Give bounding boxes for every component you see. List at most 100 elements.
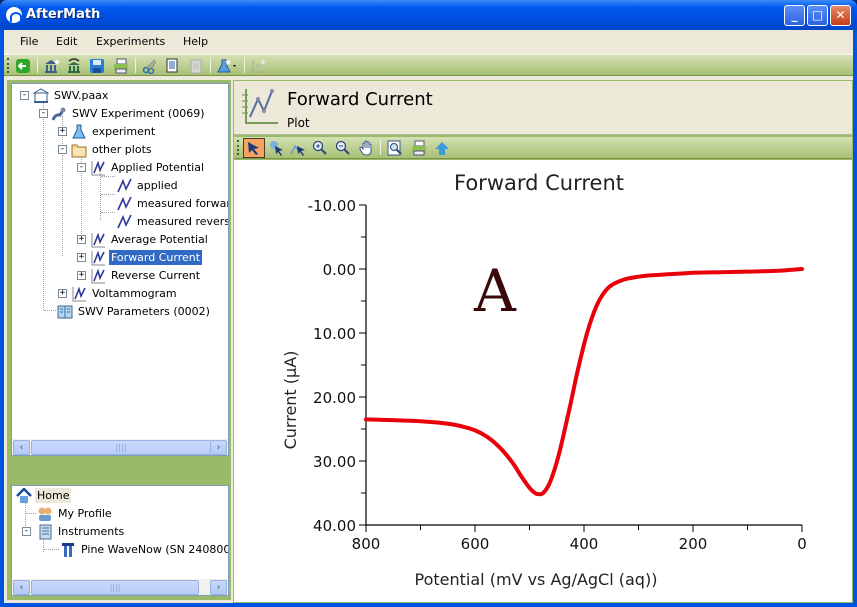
zoom-in-button[interactable] [311,139,329,156]
menu-help[interactable]: Help [183,35,208,48]
tree-node-measured-reverse[interactable]: measured reverse [116,213,228,230]
archive-tree-hscrollbar[interactable]: ‹ |||| › [12,439,228,455]
save-button[interactable] [88,57,106,74]
expand-toggle[interactable]: + [58,127,67,136]
expand-toggle[interactable]: + [77,253,86,262]
point-select-icon [270,140,283,156]
x-axis-label: Potential (mV vs Ag/AgCl (aq)) [415,570,658,589]
minimize-button[interactable]: _ [784,5,805,26]
tree-node-applied-potential[interactable]: - Applied Potential [77,159,206,176]
copy-icon [166,58,178,72]
trace-icon [117,214,132,228]
open-archive-button[interactable] [65,57,83,74]
plot-canvas[interactable]: Forward Current A -10.00 0.00 10.00 20.00 30… [234,160,852,602]
tree-node-average-potential[interactable]: + Average Potential [77,231,210,248]
scroll-thumb[interactable]: |||| [31,580,199,595]
archive-tree: - SWV.paax - SWV Experiment (0069) + exp… [11,83,229,456]
green-back-arrow-icon [16,58,30,73]
tree-line [43,98,44,310]
select-trace-button[interactable] [289,139,307,156]
collapse-toggle[interactable]: - [22,527,31,536]
print-plot-button[interactable] [410,139,428,156]
toolbar-separator [380,140,381,155]
cut-button[interactable] [141,57,159,74]
scroll-right-arrow-icon[interactable]: › [210,440,227,455]
app-window: AfterMath _ □ ✕ File Edit Experiments He… [0,0,857,607]
menu-edit[interactable]: Edit [56,35,77,48]
back-button[interactable] [14,57,32,74]
tree-node-voltammogram[interactable]: + Voltammogram [58,285,179,302]
tree-node-swv-parameters[interactable]: SWV Parameters (0002) [57,303,212,320]
zoom-fit-icon [387,140,402,155]
plot-toolbar [234,137,852,159]
node-label: Reverse Current [111,269,201,282]
expand-toggle[interactable]: + [77,235,86,244]
tree-node-instruments[interactable]: - Instruments [22,523,126,540]
node-label: measured forward [137,197,229,210]
plot-icon [91,268,105,283]
collapse-toggle[interactable]: - [20,91,29,100]
collapse-toggle[interactable]: - [58,145,67,154]
toolbar-separator [210,58,211,73]
reset-view-button[interactable] [433,139,451,156]
tree-node-measured-forward[interactable]: measured forward [116,195,229,212]
scroll-thumb[interactable]: |||| [31,440,211,455]
toolbar-grip[interactable] [237,140,240,155]
tree-line [44,310,56,311]
floppy-disk-icon [90,58,104,73]
tree-node-other-plots[interactable]: - other plots [58,141,154,158]
node-label: Voltammogram [92,287,177,300]
expand-toggle[interactable]: + [77,271,86,280]
scroll-right-arrow-icon[interactable]: › [210,580,227,595]
y-tick-label: -10.00 [308,197,356,215]
menu-file[interactable]: File [20,35,38,48]
y-tick-label: 20.00 [313,389,356,407]
plot-icon [91,232,105,247]
add-archive-button[interactable] [43,57,61,74]
tree-node-forward-current[interactable]: + Forward Current [77,249,203,266]
paste-button[interactable] [187,57,205,74]
zoom-out-button[interactable] [334,139,352,156]
copy-button[interactable] [164,57,182,74]
potentiostat-icon [62,542,74,557]
toolbar-separator [37,58,38,73]
toolbar-grip[interactable] [7,58,10,73]
scroll-left-arrow-icon[interactable]: ‹ [13,580,30,595]
plot-document-icon [242,89,278,124]
y-axis-label: Current (µA) [281,351,300,450]
tree-node-my-profile[interactable]: My Profile [37,505,114,522]
x-tick-label: 200 [679,535,708,553]
y-tick-label: 0.00 [323,261,356,279]
tree-node-reverse-current[interactable]: + Reverse Current [77,267,202,284]
tree-node-swv-experiment[interactable]: - SWV Experiment (0069) [39,105,207,122]
collapse-toggle[interactable]: - [77,163,86,172]
pan-button[interactable] [358,139,376,156]
tree-node-home[interactable]: Home [16,487,72,504]
scroll-left-arrow-icon[interactable]: ‹ [13,440,30,455]
close-button[interactable]: ✕ [830,5,851,26]
tree-node-swv-paax[interactable]: - SWV.paax [20,87,110,104]
select-tool-button[interactable] [243,138,265,158]
maximize-button[interactable]: □ [807,5,828,26]
expand-toggle[interactable]: + [58,289,67,298]
menu-experiments[interactable]: Experiments [96,35,165,48]
new-experiment-dropdown[interactable] [216,57,240,74]
forward-current-series-line[interactable] [364,267,804,497]
collapse-toggle[interactable]: - [39,109,48,118]
x-tick-label: 0 [797,535,807,553]
client-area: File Edit Experiments Help - SWV.paax - … [4,30,853,603]
parameters-book-icon [57,305,73,318]
paste-icon [190,59,202,73]
select-point-button[interactable] [268,139,286,156]
tree-node-pine-wavenow[interactable]: Pine WaveNow (SN 2408004) [60,541,228,558]
new-plot-button[interactable] [250,57,268,74]
node-label: experiment [92,125,156,138]
tree-node-applied[interactable]: applied [116,177,180,194]
plot-star-icon [252,58,266,72]
zoom-fit-button[interactable] [386,139,404,156]
print-button[interactable] [112,57,130,74]
tree-node-experiment[interactable]: + experiment [58,123,157,140]
home-tree-hscrollbar[interactable]: ‹ |||| › [12,579,228,595]
title-bar[interactable]: AfterMath _ □ ✕ [0,0,857,30]
forward-current-chart[interactable]: Forward Current A -10.00 0.00 10.00 20.00 30… [234,160,852,602]
